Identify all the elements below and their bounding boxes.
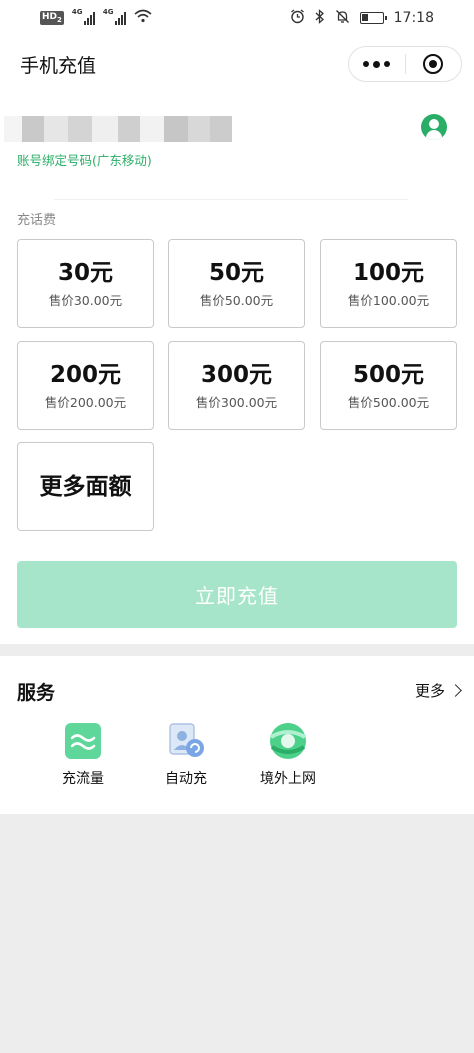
section-label-phone-credit: 充话费 (17, 213, 57, 228)
services-title: 服务 (17, 682, 56, 704)
battery-icon (359, 12, 387, 24)
nav-bar: 手机充值 (0, 36, 474, 92)
clock-time: 17:18 (393, 10, 434, 26)
phone-number-masked[interactable] (4, 116, 232, 142)
wifi-icon (134, 9, 152, 27)
hd-voice-icon: HD2 (40, 11, 64, 25)
amount-value: 200元 (49, 362, 121, 388)
amount-option-500[interactable]: 500元 售价500.00元 (320, 341, 457, 430)
more-amounts-label: 更多面额 (39, 474, 132, 500)
services-section: 服务 更多 充流量 自动充 境外上网 (0, 656, 474, 814)
amount-price: 售价200.00元 (44, 395, 127, 410)
amount-option-100[interactable]: 100元 售价100.00元 (320, 239, 457, 328)
close-miniprogram-button[interactable] (406, 47, 462, 81)
amount-option-50[interactable]: 50元 售价50.00元 (168, 239, 305, 328)
contact-user-icon[interactable] (421, 114, 447, 140)
divider (54, 199, 408, 200)
amount-price: 售价30.00元 (48, 293, 123, 308)
recharge-panel: 账号绑定号码(广东移动) 充话费 30元 售价30.00元 50元 售价50.0… (0, 92, 474, 644)
recharge-now-button[interactable]: 立即充值 (17, 561, 457, 628)
service-auto-recharge[interactable]: 自动充 (140, 722, 232, 788)
services-more-label: 更多 (414, 682, 445, 700)
amount-value: 30元 (57, 260, 113, 286)
amount-value: 50元 (208, 260, 264, 286)
account-section: 账号绑定号码(广东移动) (0, 108, 474, 200)
roaming-globe-icon (269, 722, 307, 760)
more-menu-button[interactable] (349, 47, 405, 81)
chevron-right-icon (449, 684, 462, 697)
page-title: 手机充值 (20, 54, 97, 77)
amount-price: 售价300.00元 (195, 395, 278, 410)
auto-recharge-icon (167, 722, 205, 760)
amount-price: 售价100.00元 (347, 293, 430, 308)
amount-option-300[interactable]: 300元 售价300.00元 (168, 341, 305, 430)
alarm-icon (290, 8, 305, 28)
amount-value: 100元 (352, 260, 424, 286)
service-roaming[interactable]: 境外上网 (242, 722, 334, 788)
bluetooth-icon (315, 8, 325, 28)
miniprogram-capsule (348, 46, 462, 82)
signal-icon: 4G (72, 8, 95, 25)
mute-bell-icon (335, 9, 350, 28)
services-more-link[interactable]: 更多 (414, 680, 462, 701)
signal-icon-2: 4G (103, 8, 126, 25)
service-label: 自动充 (165, 771, 207, 787)
amount-option-200[interactable]: 200元 售价200.00元 (17, 341, 154, 430)
status-bar: HD2 4G 4G 17:18 (0, 0, 474, 36)
service-data-plan[interactable]: 充流量 (37, 722, 129, 788)
close-target-icon (423, 54, 444, 74)
more-dots-icon (363, 60, 391, 68)
amount-price: 售价500.00元 (347, 395, 430, 410)
amount-value: 300元 (200, 362, 272, 388)
more-amounts-button[interactable]: 更多面额 (17, 442, 154, 531)
service-label: 充流量 (62, 771, 104, 787)
amount-price: 售价50.00元 (199, 293, 274, 308)
amount-value: 500元 (352, 362, 424, 388)
service-label: 境外上网 (260, 771, 316, 787)
data-plan-icon (64, 722, 102, 760)
amount-option-30[interactable]: 30元 售价30.00元 (17, 239, 154, 328)
account-binding-note: 账号绑定号码(广东移动) (17, 153, 152, 168)
